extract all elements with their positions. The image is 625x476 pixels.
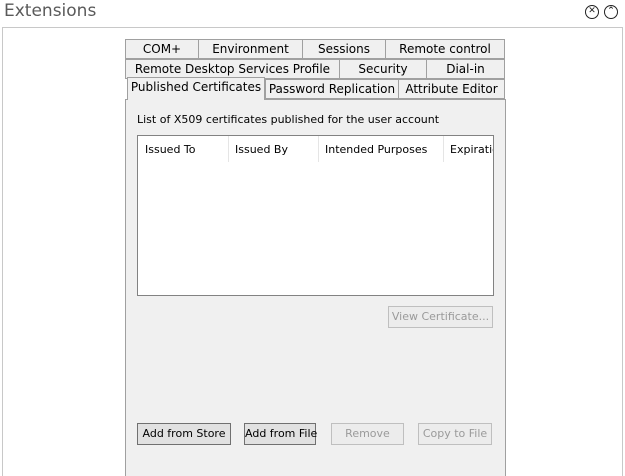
tab-environment[interactable]: Environment [198,39,303,59]
tab-attribute-editor[interactable]: Attribute Editor [398,79,505,99]
tab-sessions[interactable]: Sessions [302,39,386,59]
window-title: Extensions [4,1,97,21]
column-issued-by[interactable]: Issued By [228,136,319,162]
certificates-list[interactable]: Issued To Issued By Intended Purposes Ex… [137,135,494,296]
certificates-description: List of X509 certificates published for … [137,113,440,126]
tab-security[interactable]: Security [339,59,427,79]
tab-remote-control[interactable]: Remote control [385,39,505,59]
tab-com-plus[interactable]: COM+ [125,39,199,59]
column-expiration[interactable]: Expiration [443,136,493,162]
copy-to-file-button[interactable]: Copy to File [418,423,492,445]
column-issued-to[interactable]: Issued To [138,136,229,162]
collapse-icon[interactable]: ⌃ [604,5,618,19]
close-icon[interactable]: ✕ [585,5,599,19]
view-certificate-button[interactable]: View Certificate... [388,306,493,328]
tab-dial-in[interactable]: Dial-in [426,59,505,79]
column-intended-purposes[interactable]: Intended Purposes [318,136,444,162]
tab-password-replication[interactable]: Password Replication [265,79,399,99]
tab-remote-desktop-services-profile[interactable]: Remote Desktop Services Profile [125,59,340,79]
add-from-store-button[interactable]: Add from Store [137,423,231,445]
add-from-file-button[interactable]: Add from File [244,423,317,445]
remove-button[interactable]: Remove [331,423,404,445]
tab-published-certificates[interactable]: Published Certificates [127,77,265,100]
